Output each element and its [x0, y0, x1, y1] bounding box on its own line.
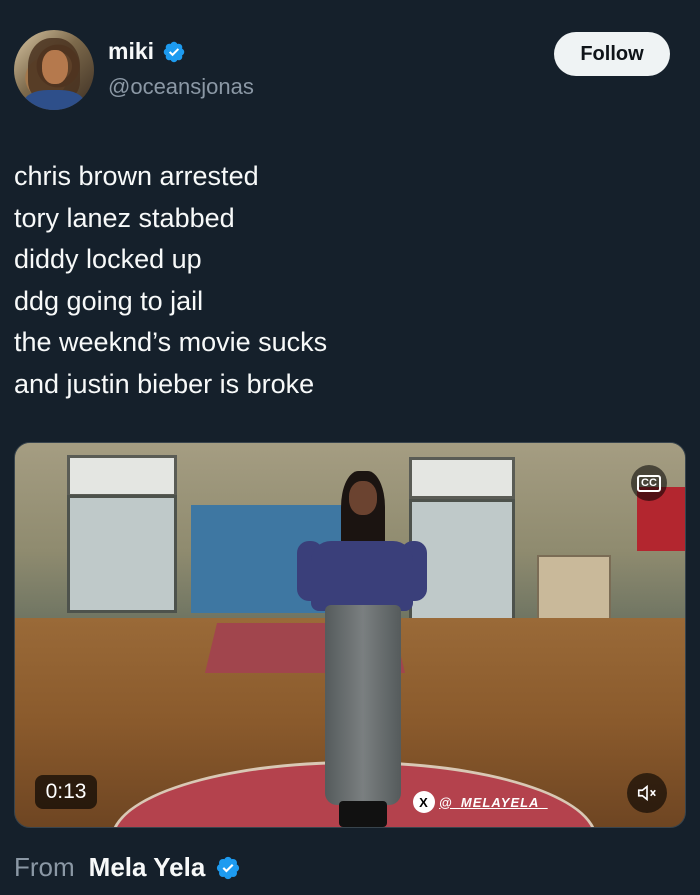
source-attribution: From Mela Yela — [14, 852, 241, 883]
avatar-face — [42, 50, 68, 84]
video-player[interactable]: CC 0:13 X @_MELAYELA_ — [14, 442, 686, 828]
x-logo-icon: X — [413, 791, 435, 813]
tweet-text: chris brown arrested tory lanez stabbed … — [14, 156, 327, 405]
gym-door-left — [67, 495, 177, 613]
person-skirt — [325, 605, 401, 805]
tweet-line: ddg going to jail — [14, 285, 204, 316]
verified-badge-icon — [217, 856, 240, 879]
tweet-line: diddy locked up — [14, 244, 202, 274]
tweet-line: and justin bieber is broke — [14, 368, 315, 399]
user-handle[interactable]: @oceansjonas — [108, 74, 254, 100]
watermark-text: @_MELAYELA_ — [439, 794, 548, 810]
display-name[interactable]: miki — [108, 38, 154, 65]
cabinet — [537, 555, 611, 625]
speaker-muted-icon[interactable] — [627, 773, 667, 813]
person-face — [349, 481, 377, 515]
person-top — [311, 541, 413, 611]
tweet-header: miki @oceansjonas Follow — [14, 30, 686, 110]
tweet-line: chris brown arrested — [14, 161, 259, 191]
mute-glyph — [637, 784, 656, 802]
from-label: From — [14, 852, 75, 882]
source-name[interactable]: Mela Yela — [89, 852, 206, 883]
tweet-line: tory lanez stabbed — [14, 202, 235, 233]
closed-captions-icon[interactable]: CC — [631, 465, 667, 501]
tweet-line: the weeknd’s movie sucks — [14, 327, 328, 357]
video-duration: 0:13 — [35, 775, 97, 809]
watermark: X @_MELAYELA_ — [413, 791, 548, 813]
captions-label: CC — [637, 474, 661, 492]
name-row: miki — [108, 38, 186, 65]
avatar[interactable] — [14, 30, 94, 110]
verified-badge-icon — [163, 41, 185, 62]
gym-window-left — [67, 455, 177, 497]
follow-button[interactable]: Follow — [554, 32, 670, 76]
person-shoes — [339, 801, 387, 827]
avatar-body — [24, 90, 84, 110]
dancing-woman — [297, 471, 427, 827]
